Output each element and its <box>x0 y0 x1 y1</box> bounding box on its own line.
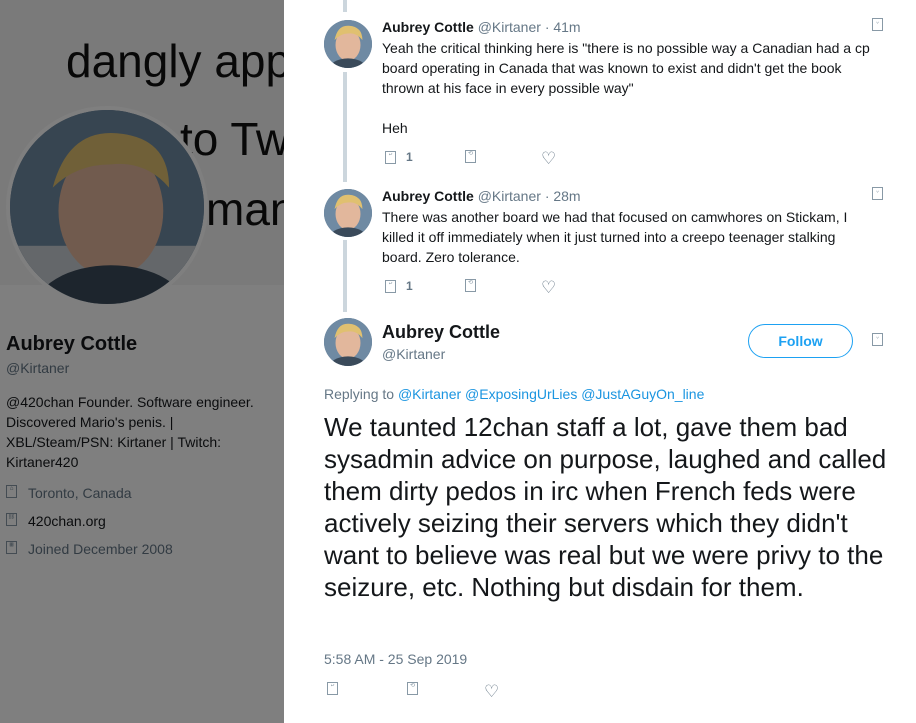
heart-icon: ♡ <box>541 149 557 168</box>
tweet-header: Aubrey Cottle @Kirtaner · 41m <box>382 19 581 35</box>
reply-icon: ↩ <box>385 279 396 293</box>
like-button[interactable]: ♡ <box>484 683 499 700</box>
like-button[interactable]: ♡ <box>541 279 556 296</box>
tweet-author-handle[interactable]: @Kirtaner <box>478 19 541 35</box>
chevron-down-icon[interactable]: ⌄ <box>872 18 883 36</box>
main-tweet-text: We taunted 12chan staff a lot, gave them… <box>324 412 887 602</box>
tweet-author-name[interactable]: Aubrey Cottle <box>382 188 474 204</box>
tweet-author-handle[interactable]: @Kirtaner <box>478 188 541 204</box>
reply-icon: ↩ <box>327 682 338 695</box>
reply-button[interactable]: ↩ 1 <box>385 150 413 164</box>
avatar-image <box>324 318 372 366</box>
main-tweet-author-name[interactable]: Aubrey Cottle <box>382 322 500 343</box>
tweet-thread-panel <box>284 0 916 723</box>
reply-count: 1 <box>406 150 413 164</box>
tweet-header: Aubrey Cottle @Kirtaner · 28m <box>382 188 581 204</box>
tweet-avatar[interactable] <box>324 20 372 68</box>
reply-count: 1 <box>406 279 413 293</box>
main-tweet-timestamp[interactable]: 5:58 AM - 25 Sep 2019 <box>324 651 467 667</box>
tweet-text: There was another board we had that focu… <box>382 209 848 265</box>
thread-line <box>343 0 347 12</box>
retweet-button[interactable]: ⟲ <box>465 279 476 292</box>
thread-line <box>343 72 347 182</box>
tweet-time[interactable]: · 28m <box>545 188 581 204</box>
replying-to-label: Replying to <box>324 386 395 402</box>
reply-button[interactable]: ↩ <box>327 682 338 695</box>
chevron-down-icon[interactable]: ⌄ <box>872 333 883 351</box>
replying-to: Replying to @Kirtaner @ExposingUrLies @J… <box>324 386 704 402</box>
heart-icon: ♡ <box>484 682 500 701</box>
thread-line <box>343 240 347 312</box>
retweet-icon: ⟲ <box>465 279 476 292</box>
tweet-time[interactable]: · 41m <box>545 19 581 35</box>
retweet-icon: ⟲ <box>465 150 476 163</box>
like-button[interactable]: ♡ <box>541 150 556 167</box>
retweet-icon: ⟲ <box>407 682 418 695</box>
avatar-image <box>324 189 372 237</box>
replying-to-mentions[interactable]: @Kirtaner @ExposingUrLies @JustAGuyOn_li… <box>398 386 704 402</box>
main-tweet-author-handle[interactable]: @Kirtaner <box>382 346 445 362</box>
reply-icon: ↩ <box>385 150 396 164</box>
heart-icon: ♡ <box>541 278 557 297</box>
follow-button[interactable]: Follow <box>748 324 853 358</box>
tweet-text-line: Heh <box>382 120 408 136</box>
main-tweet-avatar[interactable] <box>324 318 372 366</box>
reply-button[interactable]: ↩ 1 <box>385 279 413 293</box>
avatar-image <box>324 20 372 68</box>
modal-backdrop[interactable] <box>0 0 284 723</box>
retweet-button[interactable]: ⟲ <box>407 682 418 695</box>
tweet-text: Yeah the critical thinking here is "ther… <box>382 40 870 96</box>
retweet-button[interactable]: ⟲ <box>465 150 476 163</box>
tweet-author-name[interactable]: Aubrey Cottle <box>382 19 474 35</box>
chevron-down-icon[interactable]: ⌄ <box>872 187 883 205</box>
tweet-avatar[interactable] <box>324 189 372 237</box>
